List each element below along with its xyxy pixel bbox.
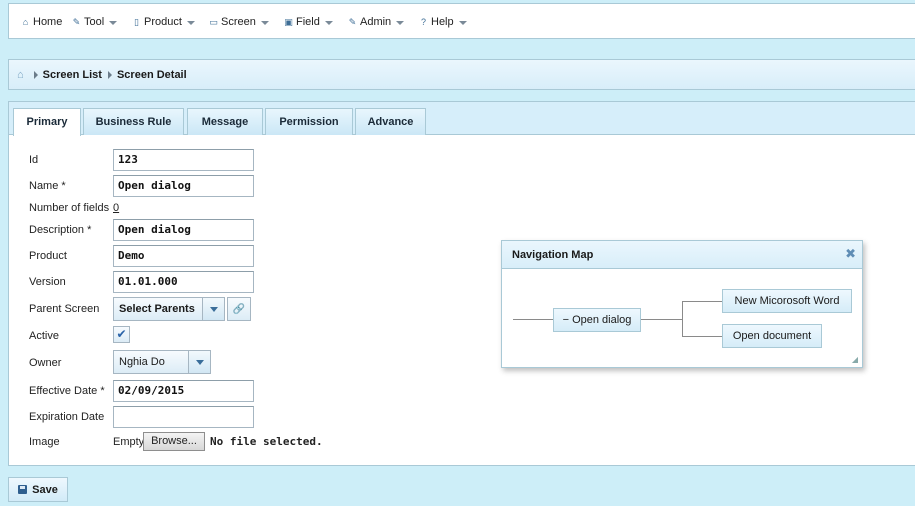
active-checkbox[interactable]: ✔ bbox=[113, 326, 130, 343]
breadcrumb-screen-list[interactable]: Screen List bbox=[43, 69, 102, 81]
nav-node-open-dialog[interactable]: − Open dialog bbox=[553, 308, 641, 332]
product-field[interactable]: Demo bbox=[113, 245, 254, 267]
floppy-disk-icon bbox=[18, 485, 28, 494]
version-field[interactable]: 01.01.000 bbox=[113, 271, 254, 293]
tab-message[interactable]: Message bbox=[187, 108, 263, 135]
product-label: Product bbox=[29, 250, 67, 262]
breadcrumb: ⌂ Screen List Screen Detail bbox=[8, 59, 915, 90]
tab-business-rule[interactable]: Business Rule bbox=[83, 108, 184, 135]
owner-value: Nghia Do bbox=[119, 356, 165, 368]
number-of-fields-link[interactable]: 0 bbox=[113, 202, 119, 214]
menu-admin-label: Admin bbox=[360, 16, 392, 28]
nav-node-new-word[interactable]: New Micorosoft Word bbox=[722, 289, 852, 313]
active-label: Active bbox=[29, 330, 59, 342]
owner-select[interactable]: Nghia Do bbox=[113, 350, 211, 374]
menu-field[interactable]: ▣ Field bbox=[283, 15, 333, 29]
menu-admin[interactable]: ✎ Admin bbox=[347, 15, 405, 29]
browse-button[interactable]: Browse... bbox=[143, 432, 205, 451]
name-field[interactable]: Open dialog bbox=[113, 175, 254, 197]
image-label: Image bbox=[29, 436, 60, 448]
resize-grip-icon[interactable]: ◢ bbox=[852, 355, 858, 364]
version-label: Version bbox=[29, 276, 66, 288]
nav-node-open-dialog-label: Open dialog bbox=[572, 314, 632, 326]
connector-line bbox=[682, 301, 723, 302]
main-menu-bar: ⌂ Home ✎ Tool ▯ Product ▭ Screen ▣ Field… bbox=[8, 3, 915, 39]
menu-home[interactable]: ⌂ Home bbox=[20, 15, 63, 29]
connector-line bbox=[513, 319, 554, 320]
navigation-map-title: Navigation Map bbox=[512, 249, 594, 261]
connector-line bbox=[682, 301, 683, 336]
menu-screen-label: Screen bbox=[221, 16, 256, 28]
home-icon: ⌂ bbox=[22, 17, 29, 27]
save-button[interactable]: Save bbox=[8, 477, 68, 502]
id-field[interactable]: 123 bbox=[113, 149, 254, 171]
chevron-right-icon bbox=[33, 70, 38, 79]
description-label: Description * bbox=[29, 224, 92, 236]
parent-screen-label: Parent Screen bbox=[29, 303, 100, 315]
nav-node-open-document[interactable]: Open document bbox=[722, 324, 822, 348]
expiration-date-label: Expiration Date bbox=[29, 411, 105, 423]
menu-screen[interactable]: ▭ Screen bbox=[208, 15, 269, 29]
menu-home-label: Home bbox=[33, 16, 63, 28]
menu-product[interactable]: ▯ Product bbox=[131, 15, 195, 29]
menu-tool-label: Tool bbox=[84, 16, 105, 28]
navigation-map-header[interactable]: Navigation Map bbox=[502, 241, 862, 269]
menu-help[interactable]: ? Help bbox=[418, 15, 467, 29]
chevron-down-icon bbox=[324, 20, 333, 25]
chevron-down-icon bbox=[458, 20, 467, 25]
menu-tool[interactable]: ✎ Tool bbox=[71, 15, 118, 29]
tab-bar: Primary Business Rule Message Permission… bbox=[9, 102, 915, 136]
menu-field-label: Field bbox=[296, 16, 320, 28]
number-of-fields-label: Number of fields bbox=[29, 202, 110, 214]
link-icon[interactable]: 🔗 bbox=[227, 297, 251, 321]
tab-primary[interactable]: Primary bbox=[13, 108, 81, 136]
menu-product-label: Product bbox=[144, 16, 182, 28]
connector-line bbox=[682, 336, 723, 337]
wrench-icon: ✎ bbox=[72, 16, 81, 27]
chevron-down-icon bbox=[260, 20, 269, 25]
screen-icon: ▭ bbox=[209, 16, 218, 27]
connector-line bbox=[641, 319, 682, 320]
chevron-down-icon bbox=[109, 20, 118, 25]
help-icon: ? bbox=[420, 17, 426, 27]
tab-advance[interactable]: Advance bbox=[355, 108, 426, 135]
pencil-icon: ✎ bbox=[348, 16, 357, 27]
menu-help-label: Help bbox=[431, 16, 454, 28]
description-field[interactable]: Open dialog bbox=[113, 219, 254, 241]
chevron-down-icon[interactable] bbox=[188, 351, 210, 373]
chevron-right-icon bbox=[107, 70, 112, 79]
chevron-down-icon[interactable] bbox=[202, 298, 224, 320]
navigation-map-dialog: Navigation Map ✖ − Open dialog New Micor… bbox=[501, 240, 863, 368]
effective-date-field[interactable]: 02/09/2015 bbox=[113, 380, 254, 402]
document-icon: ▯ bbox=[134, 16, 139, 27]
chevron-down-icon bbox=[186, 20, 195, 25]
expiration-date-field[interactable] bbox=[113, 406, 254, 428]
parent-screen-select[interactable]: Select Parents bbox=[113, 297, 225, 321]
close-icon[interactable]: ✖ bbox=[845, 247, 856, 261]
id-label: Id bbox=[29, 154, 39, 166]
owner-label: Owner bbox=[29, 357, 62, 369]
name-label: Name * bbox=[29, 180, 66, 192]
image-empty-text: Empty bbox=[113, 436, 145, 448]
parent-screen-value: Select Parents bbox=[119, 303, 195, 315]
effective-date-label: Effective Date * bbox=[29, 385, 105, 397]
breadcrumb-screen-detail: Screen Detail bbox=[116, 68, 187, 81]
collapse-icon[interactable]: − bbox=[563, 314, 569, 326]
file-status-text: No file selected. bbox=[210, 435, 323, 448]
tab-permission[interactable]: Permission bbox=[265, 108, 353, 135]
save-button-label: Save bbox=[32, 483, 58, 496]
chevron-down-icon bbox=[396, 20, 405, 25]
field-icon: ▣ bbox=[284, 16, 293, 27]
home-icon[interactable]: ⌂ bbox=[17, 69, 24, 81]
